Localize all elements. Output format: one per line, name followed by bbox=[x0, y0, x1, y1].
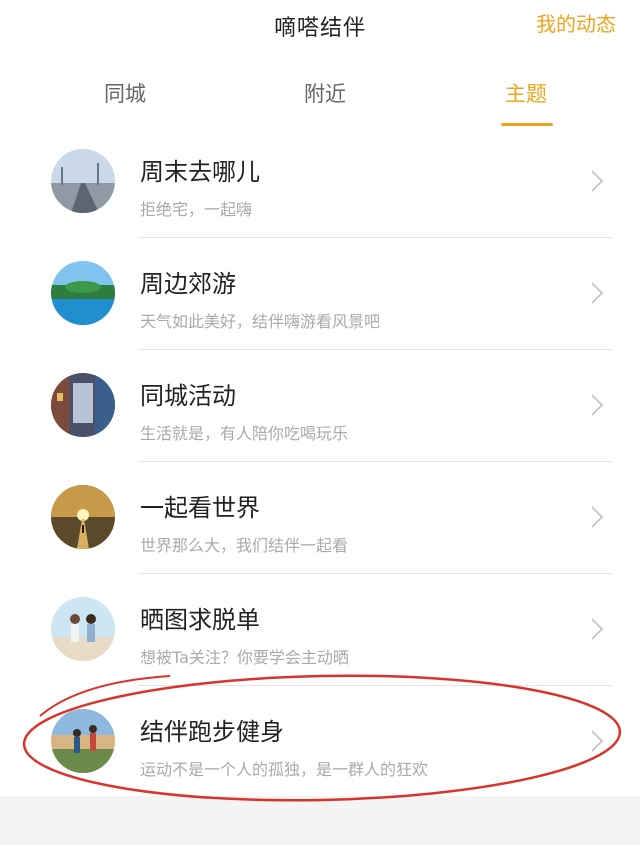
tab-same-city[interactable]: 同城 bbox=[104, 78, 146, 108]
list-item[interactable]: 一起看世界 世界那么大，我们结伴一起看 bbox=[0, 462, 640, 574]
top-bar: 嘀嗒结伴 我的动态 bbox=[0, 0, 640, 52]
running-photo-avatar bbox=[51, 709, 115, 773]
my-activity-link[interactable]: 我的动态 bbox=[536, 8, 616, 37]
topic-subtitle: 运动不是一个人的孤独，是一群人的狂欢 bbox=[140, 760, 429, 779]
topic-subtitle: 想被Ta关注？你要学会主动晒 bbox=[140, 648, 349, 667]
topic-subtitle: 拒绝宅，一起嗨 bbox=[140, 200, 253, 219]
road-photo-avatar bbox=[51, 149, 115, 213]
chevron-right-icon bbox=[591, 618, 604, 640]
topic-title: 周末去哪儿 bbox=[140, 158, 260, 186]
topic-subtitle: 生活就是，有人陪你吃喝玩乐 bbox=[140, 424, 349, 443]
chevron-right-icon bbox=[591, 394, 604, 416]
list-item[interactable]: 周末去哪儿 拒绝宅，一起嗨 bbox=[0, 126, 640, 238]
sunset-photo-avatar bbox=[51, 485, 115, 549]
topic-title: 结伴跑步健身 bbox=[140, 718, 284, 746]
topic-subtitle: 世界那么大，我们结伴一起看 bbox=[140, 536, 349, 555]
list-item[interactable]: 周边郊游 天气如此美好，结伴嗨游看风景吧 bbox=[0, 238, 640, 350]
topic-title: 一起看世界 bbox=[140, 494, 260, 522]
list-item[interactable]: 同城活动 生活就是，有人陪你吃喝玩乐 bbox=[0, 350, 640, 462]
chevron-right-icon bbox=[591, 730, 604, 752]
tab-bar: 同城 附近 主题 bbox=[0, 52, 640, 127]
tab-topics[interactable]: 主题 bbox=[505, 78, 547, 108]
topic-subtitle: 天气如此美好，结伴嗨游看风景吧 bbox=[140, 312, 381, 331]
lake-photo-avatar bbox=[51, 261, 115, 325]
list-item[interactable]: 晒图求脱单 想被Ta关注？你要学会主动晒 bbox=[0, 574, 640, 686]
street-photo-avatar bbox=[51, 373, 115, 437]
chevron-right-icon bbox=[591, 170, 604, 192]
couple-photo-avatar bbox=[51, 597, 115, 661]
tab-nearby[interactable]: 附近 bbox=[304, 78, 346, 108]
list-footer-area bbox=[0, 796, 640, 845]
topic-title: 晒图求脱单 bbox=[140, 606, 260, 634]
topic-title: 周边郊游 bbox=[140, 270, 236, 298]
topic-title: 同城活动 bbox=[140, 382, 236, 410]
chevron-right-icon bbox=[591, 282, 604, 304]
list-item[interactable]: 结伴跑步健身 运动不是一个人的孤独，是一群人的狂欢 bbox=[0, 686, 640, 798]
chevron-right-icon bbox=[591, 506, 604, 528]
